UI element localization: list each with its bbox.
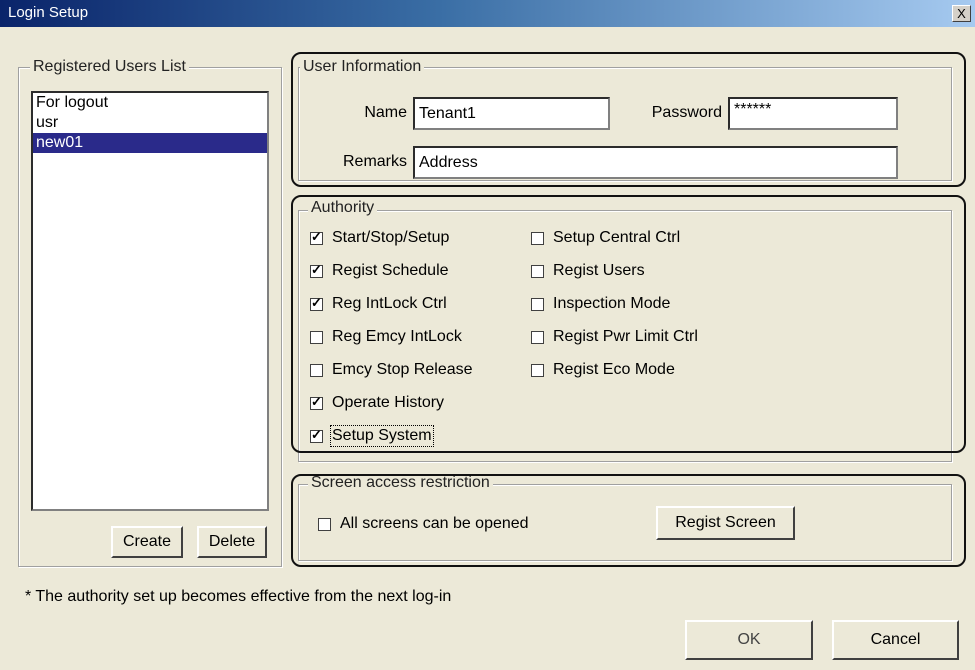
password-field[interactable]: ******	[728, 97, 898, 130]
name-field[interactable]: Tenant1	[413, 97, 610, 130]
regist-screen-button[interactable]: Regist Screen	[656, 506, 795, 540]
close-icon: X	[957, 6, 966, 21]
checkbox-box[interactable]	[310, 394, 323, 410]
remarks-label: Remarks	[342, 153, 407, 170]
checkbox-label: Regist Users	[553, 262, 645, 279]
checkbox-regist-users[interactable]: Regist Users	[531, 260, 698, 282]
checkbox-start-stop-setup[interactable]: Start/Stop/Setup	[310, 227, 473, 249]
name-label: Name	[364, 104, 407, 121]
checkbox-regist-eco-mode[interactable]: Regist Eco Mode	[531, 359, 698, 381]
checkbox-label: Setup Central Ctrl	[553, 229, 681, 246]
checkbox-box[interactable]	[310, 330, 323, 344]
checkbox-emcy-stop-release[interactable]: Emcy Stop Release	[310, 359, 473, 381]
checkbox-box[interactable]	[310, 229, 323, 245]
delete-button[interactable]: Delete	[197, 526, 267, 558]
checkbox-label: Regist Eco Mode	[553, 361, 675, 378]
registered-users-label: Registered Users List	[30, 58, 189, 76]
checkbox-box[interactable]	[531, 330, 544, 344]
checkbox-setup-system[interactable]: Setup System	[310, 425, 473, 447]
checkbox-label: Inspection Mode	[553, 295, 671, 312]
title-bar	[0, 0, 975, 27]
checkbox-box[interactable]	[531, 264, 544, 278]
authority-left-column: Start/Stop/Setup Regist Schedule Reg Int…	[310, 227, 473, 447]
checkbox-box[interactable]	[310, 295, 323, 311]
create-button[interactable]: Create	[111, 526, 183, 558]
checkbox-label: Start/Stop/Setup	[332, 229, 450, 246]
authority-right-column: Setup Central Ctrl Regist Users Inspecti…	[531, 227, 698, 381]
checkbox-reg-intlock-ctrl[interactable]: Reg IntLock Ctrl	[310, 293, 473, 315]
list-item-selected[interactable]: new01	[33, 133, 267, 153]
checkbox-label: Operate History	[332, 394, 445, 411]
checkbox-regist-schedule[interactable]: Regist Schedule	[310, 260, 473, 282]
checkbox-label: Reg Emcy IntLock	[332, 328, 462, 345]
window-title: Login Setup	[8, 4, 89, 21]
checkbox-label: Regist Schedule	[332, 262, 449, 279]
checkbox-reg-emcy-intlock[interactable]: Reg Emcy IntLock	[310, 326, 473, 348]
ok-button[interactable]: OK	[685, 620, 813, 660]
list-item[interactable]: For logout	[33, 93, 267, 113]
checkbox-operate-history[interactable]: Operate History	[310, 392, 473, 414]
checkbox-box[interactable]	[531, 363, 544, 377]
checkbox-setup-central-ctrl[interactable]: Setup Central Ctrl	[531, 227, 698, 249]
password-label: Password	[651, 104, 722, 121]
checkbox-all-screens[interactable]: All screens can be opened	[318, 513, 529, 535]
checkbox-label: Reg IntLock Ctrl	[332, 295, 447, 312]
checkbox-label: Regist Pwr Limit Ctrl	[553, 328, 698, 345]
authority-note: * The authority set up becomes effective…	[25, 588, 452, 605]
checkbox-box[interactable]	[310, 427, 323, 443]
users-listbox[interactable]: For logout usr new01	[31, 91, 269, 511]
checkbox-box[interactable]	[310, 363, 323, 377]
list-item[interactable]: usr	[33, 113, 267, 133]
checkbox-inspection-mode[interactable]: Inspection Mode	[531, 293, 698, 315]
checkbox-box[interactable]	[531, 231, 544, 245]
checkbox-box[interactable]	[531, 297, 544, 311]
checkbox-label: Emcy Stop Release	[332, 361, 473, 378]
checkbox-box[interactable]	[318, 517, 331, 531]
remarks-field[interactable]: Address	[413, 146, 898, 179]
checkbox-box[interactable]	[310, 262, 323, 278]
cancel-button[interactable]: Cancel	[832, 620, 959, 660]
close-button[interactable]: X	[952, 5, 971, 22]
checkbox-label: All screens can be opened	[340, 515, 529, 532]
checkbox-label: Setup System	[330, 425, 434, 447]
checkbox-regist-pwr-limit-ctrl[interactable]: Regist Pwr Limit Ctrl	[531, 326, 698, 348]
